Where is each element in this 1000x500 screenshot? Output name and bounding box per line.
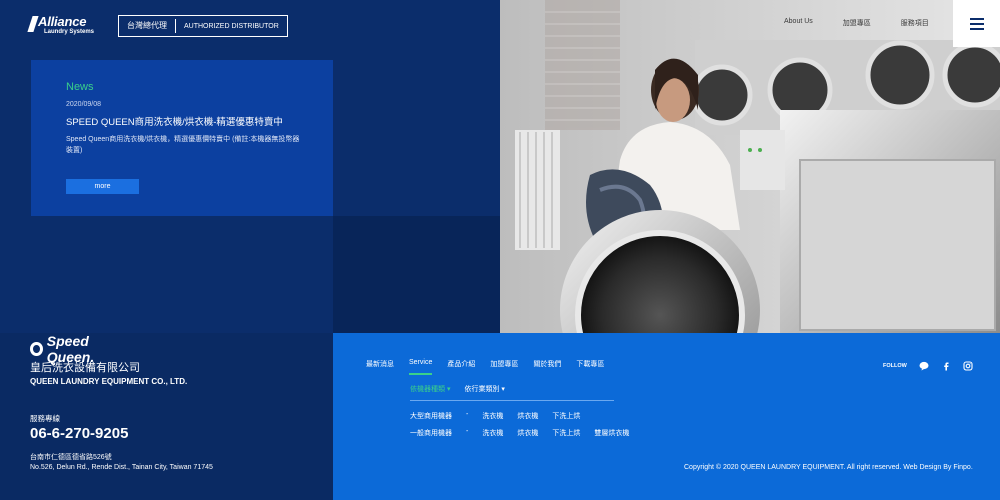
product-link[interactable]: 下洗上烘 xyxy=(552,428,580,438)
nav-about-us[interactable]: About Us xyxy=(784,18,813,28)
address-cn: 台南市仁德區德省路526號 xyxy=(30,454,112,461)
facebook-icon[interactable] xyxy=(941,361,951,371)
menu-bar xyxy=(969,17,984,20)
footer-nav-products[interactable]: 產品介紹 xyxy=(447,359,475,369)
footer-nav-service[interactable]: Service xyxy=(409,359,433,375)
brand-sub: Laundry Systems xyxy=(44,29,95,35)
more-button[interactable]: more xyxy=(66,179,139,194)
tab-by-industry-label: 依行業類別 xyxy=(464,386,500,393)
service-sub-tabs: 依機器種類 ▾ 依行業類別 ▾ xyxy=(410,384,505,394)
news-body: Speed Queen商用洗衣機/烘衣機，精選優惠價特賣中 (備註:本機器無投幣… xyxy=(66,136,300,154)
follow-bar: FOLLOW xyxy=(883,361,973,371)
footer-nav-about[interactable]: 關於我們 xyxy=(533,359,561,369)
news-card: News 2020/09/08 SPEED QUEEN商用洗衣機/烘衣機-精選優… xyxy=(31,60,333,216)
speed-queen-mark-icon xyxy=(30,342,43,356)
chat-icon[interactable] xyxy=(919,361,929,371)
product-link[interactable]: 烘衣機 xyxy=(517,428,538,438)
footer-nav-download[interactable]: 下載專區 xyxy=(576,359,604,369)
hotline-label: 服務專線 xyxy=(30,414,60,423)
instagram-icon[interactable] xyxy=(963,361,973,371)
product-row-general: 一般商用機器 - 洗衣機 烘衣機 下洗上烘 雙層烘衣機 xyxy=(410,428,629,438)
top-nav: About Us 加盟專區 服務項目 xyxy=(784,18,929,28)
footer-nav: 最新消息 Service 產品介紹 加盟專區 關於我們 下載專區 xyxy=(366,359,604,375)
alliance-logo[interactable]: Alliance Laundry Systems xyxy=(27,14,104,38)
product-category: 大型商用機器 xyxy=(410,413,452,420)
badge-en: AUTHORIZED DISTRIBUTOR xyxy=(184,22,279,30)
product-link[interactable]: 洗衣機 xyxy=(482,411,503,421)
footer-nav-news[interactable]: 最新消息 xyxy=(366,359,394,369)
caret-down-icon: ▾ xyxy=(446,386,451,393)
tab-by-machine[interactable]: 依機器種類 ▾ xyxy=(410,384,450,394)
tab-by-machine-label: 依機器種類 xyxy=(410,386,445,393)
menu-bar xyxy=(969,22,984,25)
product-link[interactable]: 下洗上烘 xyxy=(552,411,580,421)
menu-bar xyxy=(969,27,984,30)
product-category: 一般商用機器 xyxy=(410,430,452,437)
hero-photo xyxy=(500,0,1000,333)
distributor-badge: 台灣總代理 AUTHORIZED DISTRIBUTOR xyxy=(118,15,288,37)
footer-nav-franchise[interactable]: 加盟專區 xyxy=(490,359,518,369)
copyright: Copyright © 2020 QUEEN LAUNDRY EQUIPMENT… xyxy=(684,464,973,471)
follow-label: FOLLOW xyxy=(883,363,907,369)
product-dash: - xyxy=(466,428,469,435)
sub-divider xyxy=(410,400,614,401)
tab-by-industry[interactable]: 依行業類別 ▾ xyxy=(464,384,504,394)
logo-slash xyxy=(27,16,39,32)
product-row-large: 大型商用機器 - 洗衣機 烘衣機 下洗上烘 xyxy=(410,411,580,421)
address-en: No.526, Delun Rd., Rende Dist., Tainan C… xyxy=(30,464,213,471)
brand-name: Alliance xyxy=(38,14,87,29)
dark-block xyxy=(333,216,500,333)
brand-header: Alliance Laundry Systems 台灣總代理 AUTHORIZE… xyxy=(27,14,288,38)
company-name-en: QUEEN LAUNDRY EQUIPMENT CO., LTD. xyxy=(30,377,188,386)
company-name-cn: 皇后洗衣設備有限公司 xyxy=(30,362,140,374)
nav-franchise[interactable]: 加盟專區 xyxy=(843,18,871,28)
footer: 最新消息 Service 產品介紹 加盟專區 關於我們 下載專區 依機器種類 ▾… xyxy=(333,333,1000,500)
menu-icon[interactable] xyxy=(953,0,1000,47)
hotline-number[interactable]: 06-6-270-9205 xyxy=(30,425,128,442)
badge-cn: 台灣總代理 xyxy=(119,19,176,33)
news-tag: News xyxy=(66,81,94,93)
product-dash: - xyxy=(466,411,469,418)
product-link[interactable]: 洗衣機 xyxy=(482,428,503,438)
news-date: 2020/09/08 xyxy=(66,101,102,108)
news-headline[interactable]: SPEED QUEEN商用洗衣機/烘衣機-精選優惠特賣中 xyxy=(66,114,283,128)
laundry-illustration xyxy=(500,0,1000,333)
product-link[interactable]: 雙層烘衣機 xyxy=(594,428,629,438)
product-link[interactable]: 烘衣機 xyxy=(517,411,538,421)
nav-services[interactable]: 服務項目 xyxy=(901,18,929,28)
caret-down-icon: ▾ xyxy=(501,386,505,393)
